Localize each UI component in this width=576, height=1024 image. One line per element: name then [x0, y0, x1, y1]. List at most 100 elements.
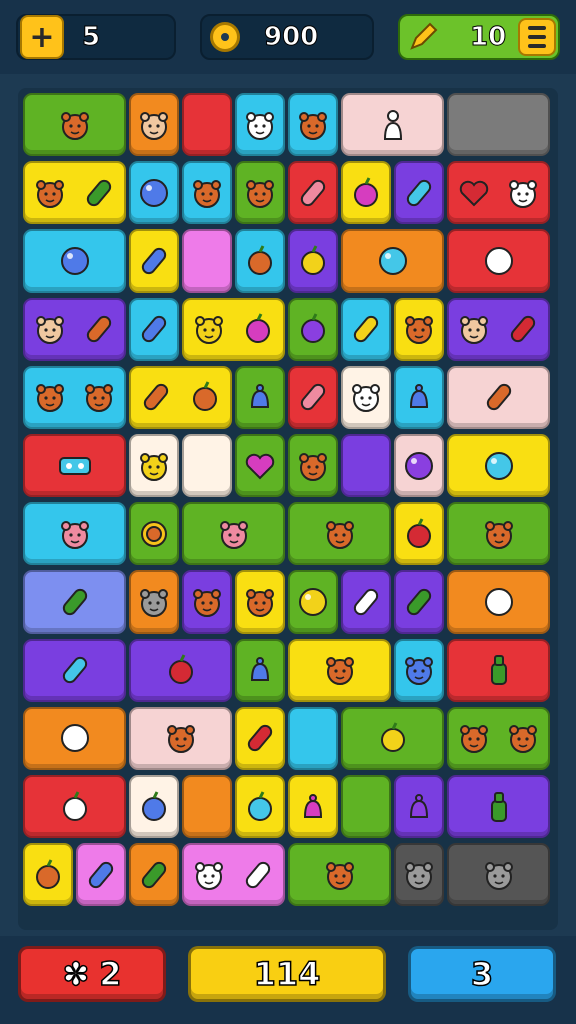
board-tile[interactable] — [182, 843, 285, 907]
bottle-green-icon — [481, 652, 517, 688]
board-tile[interactable] — [288, 229, 338, 293]
board-tile[interactable] — [23, 706, 126, 770]
shuffle-button[interactable]: ✽ 2 — [18, 946, 166, 1002]
score-button[interactable]: 114 — [188, 946, 386, 1002]
board-tile[interactable] — [394, 775, 444, 839]
hint-button[interactable]: 3 — [408, 946, 556, 1002]
board-tile[interactable] — [447, 229, 550, 293]
board-tile[interactable] — [182, 161, 232, 225]
board-tile[interactable] — [129, 638, 232, 702]
board-tile[interactable] — [235, 638, 285, 702]
board-tile[interactable] — [129, 434, 179, 498]
board-tile[interactable] — [182, 775, 232, 839]
board-tile[interactable] — [288, 434, 338, 498]
coin-icon — [210, 22, 240, 52]
board-tile[interactable] — [447, 570, 550, 634]
board-tile[interactable] — [447, 706, 550, 770]
board-tile[interactable] — [447, 365, 550, 429]
board-tile[interactable] — [23, 93, 126, 157]
board-tile[interactable] — [288, 93, 338, 157]
board-tile[interactable] — [447, 502, 550, 566]
animal-white-icon — [191, 857, 227, 893]
top-bar: + 5 900 10 — [0, 0, 576, 74]
board-tile[interactable] — [182, 502, 285, 566]
board-tile[interactable] — [288, 297, 338, 361]
board-tile[interactable] — [182, 570, 232, 634]
board-tile[interactable] — [341, 161, 391, 225]
board-tile[interactable] — [235, 365, 285, 429]
board-tile[interactable] — [129, 93, 179, 157]
board-tile[interactable] — [394, 570, 444, 634]
board-tile[interactable] — [23, 775, 126, 839]
board-tile[interactable] — [235, 434, 285, 498]
board-tile[interactable] — [129, 775, 179, 839]
board-tile[interactable] — [341, 229, 444, 293]
board-tile[interactable] — [23, 502, 126, 566]
board-tile[interactable] — [23, 570, 126, 634]
board-tile[interactable] — [288, 775, 338, 839]
board-tile[interactable] — [341, 93, 444, 157]
board-tile[interactable] — [129, 229, 179, 293]
board-tile[interactable] — [23, 365, 126, 429]
board-tile[interactable] — [129, 365, 232, 429]
board-tile[interactable] — [341, 775, 391, 839]
board-tile[interactable] — [129, 297, 179, 361]
board-tile[interactable] — [447, 93, 550, 157]
board-tile[interactable] — [235, 706, 285, 770]
board-tile[interactable] — [341, 434, 391, 498]
board-tile[interactable] — [341, 570, 391, 634]
animal-orange-icon — [322, 652, 358, 688]
board-tile[interactable] — [23, 843, 73, 907]
board-tile[interactable] — [76, 843, 126, 907]
board-tile[interactable] — [182, 297, 285, 361]
board-tile[interactable] — [129, 161, 179, 225]
board-tile[interactable] — [447, 161, 550, 225]
board-tile[interactable] — [341, 365, 391, 429]
board-tile[interactable] — [394, 638, 444, 702]
board-tile[interactable] — [341, 297, 391, 361]
board-tile[interactable] — [394, 434, 444, 498]
board-tile[interactable] — [288, 570, 338, 634]
moves-counter: + 5 — [16, 14, 176, 60]
board-tile[interactable] — [129, 706, 232, 770]
board-tile[interactable] — [23, 434, 126, 498]
board-tile[interactable] — [288, 843, 391, 907]
board-tile[interactable] — [447, 297, 550, 361]
board-tile[interactable] — [23, 297, 126, 361]
board-tile[interactable] — [182, 93, 232, 157]
board-tile[interactable] — [394, 843, 444, 907]
board-tile[interactable] — [447, 638, 550, 702]
board-tile[interactable] — [129, 570, 179, 634]
add-moves-button[interactable]: + — [20, 15, 64, 59]
board-tile[interactable] — [235, 570, 285, 634]
board-tile[interactable] — [23, 161, 126, 225]
board-tile[interactable] — [447, 434, 550, 498]
moves-value: 5 — [81, 22, 101, 53]
board-tile[interactable] — [288, 161, 338, 225]
board-tile[interactable] — [235, 161, 285, 225]
board-tile[interactable] — [288, 638, 391, 702]
board-tile[interactable] — [394, 365, 444, 429]
board-tile[interactable] — [288, 502, 391, 566]
board-tile[interactable] — [394, 297, 444, 361]
board-tile[interactable] — [394, 161, 444, 225]
board-tile[interactable] — [23, 229, 126, 293]
board-tile[interactable] — [288, 365, 338, 429]
board-tile[interactable] — [447, 775, 550, 839]
board-tile[interactable] — [235, 775, 285, 839]
board-tile[interactable] — [447, 843, 550, 907]
board-tile[interactable] — [394, 502, 444, 566]
menu-button[interactable] — [518, 18, 556, 56]
board-tile[interactable] — [129, 502, 179, 566]
board-tile[interactable] — [182, 229, 232, 293]
board-tile[interactable] — [235, 93, 285, 157]
bottom-bar: ✽ 2 114 3 — [0, 936, 576, 1024]
board-tile[interactable] — [129, 843, 179, 907]
animal-orange-icon — [295, 107, 331, 143]
board-tile[interactable] — [23, 638, 126, 702]
bell-blue-icon — [401, 379, 437, 415]
board-tile[interactable] — [341, 706, 444, 770]
board-tile[interactable] — [288, 706, 338, 770]
board-tile[interactable] — [182, 434, 232, 498]
board-tile[interactable] — [235, 229, 285, 293]
